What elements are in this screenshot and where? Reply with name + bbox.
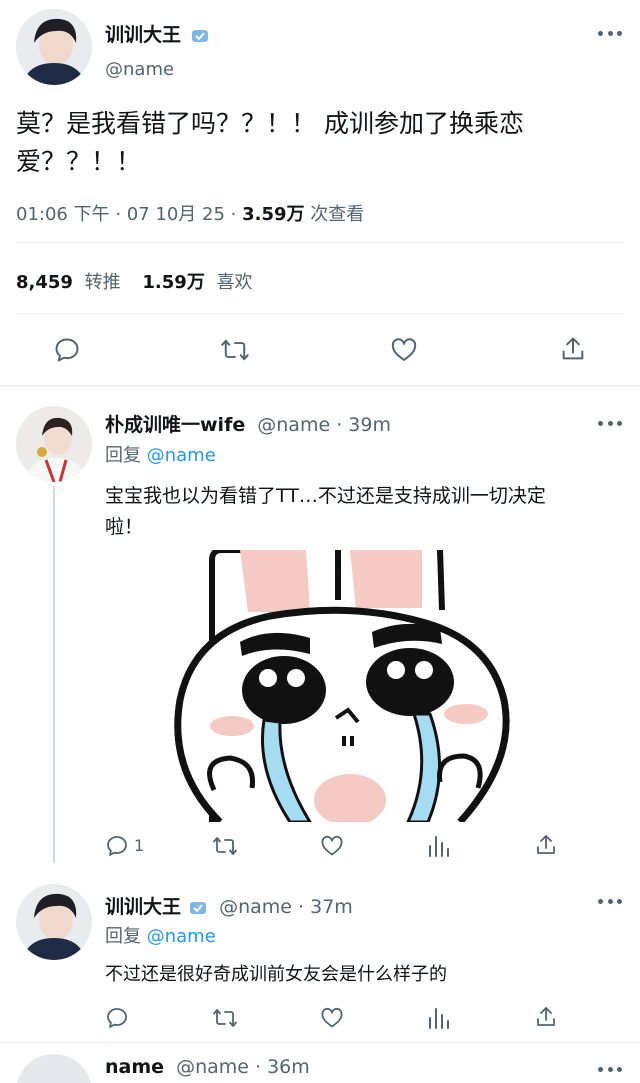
reply-media-image[interactable]: [160, 550, 520, 822]
avatar[interactable]: [16, 884, 92, 960]
like-icon[interactable]: [320, 1006, 344, 1030]
retweet-icon[interactable]: [212, 834, 238, 858]
author-meta[interactable]: @name · 37m: [219, 896, 353, 918]
tweet-text-line-1: 莫？是我看错了吗？？！！ 成训参加了换乘恋: [16, 109, 524, 138]
views-label: 次查看: [304, 204, 365, 225]
like-icon[interactable]: [390, 336, 418, 364]
reply-text-line-1: 宝宝我也以为看错了TT…不过还是支持成训一切决定: [105, 485, 546, 507]
share-icon[interactable]: [534, 1005, 558, 1029]
avatar[interactable]: [16, 9, 92, 85]
replying-to: 回复 @name: [105, 922, 216, 948]
avatar[interactable]: [16, 1054, 92, 1083]
verified-icon: [190, 901, 207, 914]
views-count: 3.59万: [242, 204, 305, 225]
author-handle[interactable]: @name: [105, 59, 174, 80]
views-icon[interactable]: [428, 834, 450, 858]
more-icon[interactable]: [598, 419, 622, 427]
likes-label[interactable]: 喜欢: [217, 272, 253, 293]
reply-text-line-2: 啦！: [105, 516, 144, 538]
time-text[interactable]: 01:06 下午 · 07 10月 25 ·: [16, 204, 242, 225]
verified-icon: [191, 29, 208, 42]
retweets-count[interactable]: 8,459: [16, 272, 73, 293]
thread-line: [53, 486, 55, 863]
reply-icon[interactable]: [53, 336, 81, 364]
author-meta[interactable]: @name · 39m: [257, 414, 391, 436]
author-meta[interactable]: @name · 36m: [176, 1056, 310, 1078]
reply-header: name @name · 36m: [105, 1056, 310, 1078]
avatar[interactable]: [16, 406, 92, 482]
author-name[interactable]: name: [105, 1056, 164, 1078]
reply-header: 朴成训唯一wife @name · 39m: [105, 410, 391, 437]
retweet-icon[interactable]: [220, 336, 250, 364]
replying-to-label: 回复: [105, 445, 147, 466]
author-name[interactable]: 朴成训唯一wife: [105, 414, 245, 436]
views-icon[interactable]: [428, 1006, 450, 1030]
replying-to-label: 回复: [105, 926, 147, 947]
author-name[interactable]: 训训大王: [105, 20, 209, 47]
retweet-icon[interactable]: [212, 1006, 238, 1030]
replying-to-link[interactable]: @name: [147, 445, 216, 466]
reply-count: 1: [134, 836, 145, 855]
more-icon[interactable]: [598, 1065, 622, 1073]
reply-icon[interactable]: [105, 834, 129, 858]
engagement-stats: 8,459 转推 1.59万 喜欢: [16, 268, 253, 294]
share-icon[interactable]: [559, 335, 587, 363]
share-icon[interactable]: [534, 833, 558, 857]
author-name[interactable]: 训训大王: [105, 896, 181, 918]
reply-icon[interactable]: [105, 1006, 129, 1030]
more-icon[interactable]: [598, 897, 622, 905]
reply-header: 训训大王 @name · 37m: [105, 892, 353, 919]
more-icon[interactable]: [598, 29, 622, 37]
tweet-text-line-2: 爱？？！！: [16, 147, 142, 176]
retweets-label[interactable]: 转推: [85, 272, 121, 293]
replying-to: 回复 @name: [105, 441, 216, 467]
like-icon[interactable]: [320, 834, 344, 858]
reply-text-line-1: 不过还是很好奇成训前女友会是什么样子的: [105, 964, 447, 985]
likes-count[interactable]: 1.59万: [142, 272, 204, 293]
replying-to-link[interactable]: @name: [147, 926, 216, 947]
tweet-timestamp: 01:06 下午 · 07 10月 25 · 3.59万 次查看: [16, 200, 364, 226]
